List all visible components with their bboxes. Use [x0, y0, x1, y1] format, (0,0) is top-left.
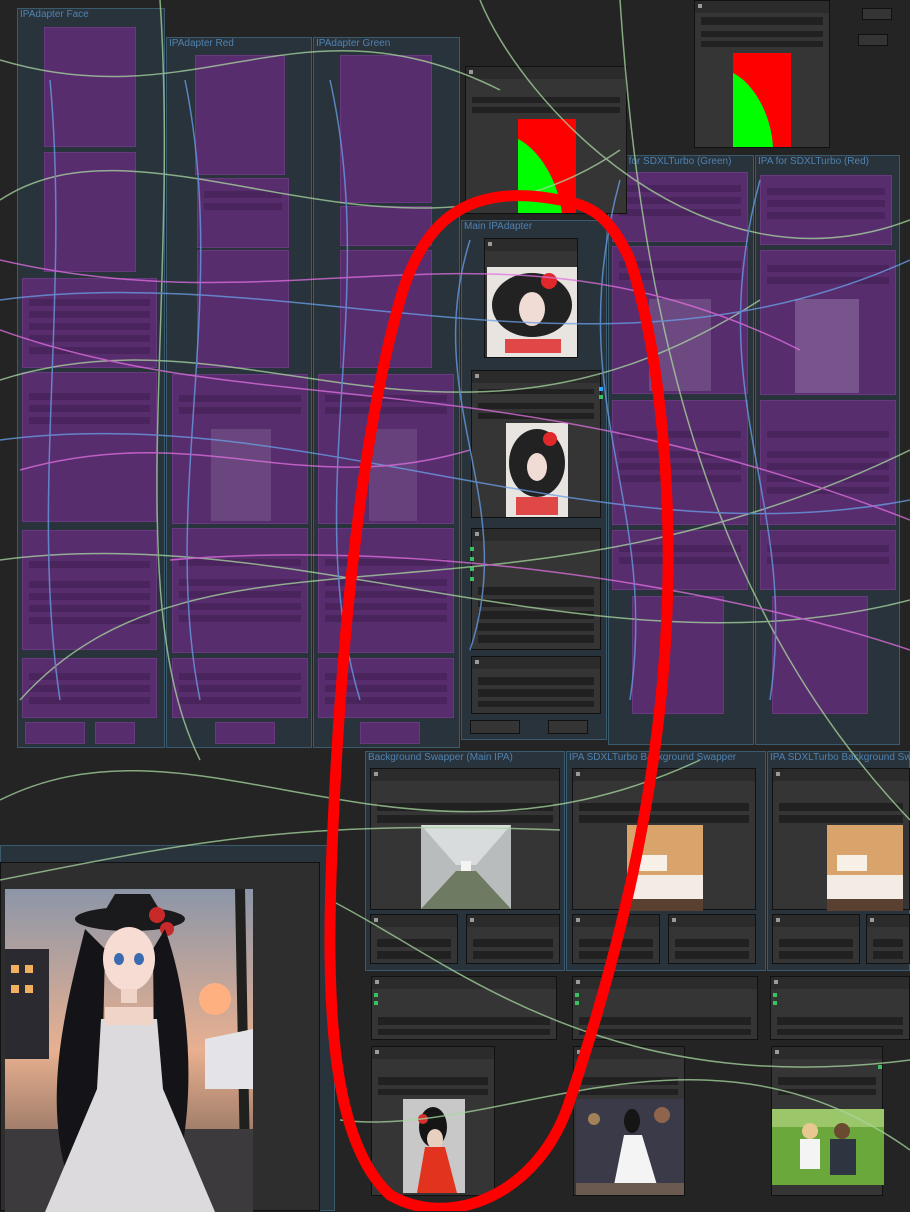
- load-background-node[interactable]: [572, 768, 756, 911]
- small-node[interactable]: [668, 914, 756, 964]
- bathroom-image: [827, 825, 903, 911]
- anime-girl-image: [5, 889, 253, 1212]
- ipadapter-node[interactable]: [470, 528, 601, 650]
- bypassed-node[interactable]: [632, 596, 724, 714]
- bypassed-node[interactable]: [22, 278, 157, 368]
- bypassed-node[interactable]: [760, 400, 896, 525]
- save-image-node[interactable]: [0, 862, 320, 1212]
- preview-image-node[interactable]: [771, 1046, 884, 1196]
- preview-image-node[interactable]: [573, 1046, 685, 1196]
- bypassed-node[interactable]: [612, 172, 748, 242]
- bypassed-image-preview: [795, 299, 859, 393]
- bypassed-node[interactable]: [215, 722, 275, 744]
- bypassed-node[interactable]: [360, 722, 420, 744]
- bypassed-node[interactable]: [22, 372, 157, 522]
- bypassed-node[interactable]: [340, 250, 432, 368]
- small-node[interactable]: [772, 914, 860, 964]
- bypassed-node[interactable]: [172, 374, 308, 524]
- bypassed-node[interactable]: [172, 528, 308, 653]
- ink-portrait-image: [487, 267, 577, 357]
- small-node[interactable]: [866, 914, 910, 964]
- small-node[interactable]: [370, 914, 458, 964]
- woman-white-dress-image: [576, 1099, 684, 1195]
- load-background-node[interactable]: [370, 768, 560, 910]
- load-image-node[interactable]: [484, 238, 578, 358]
- bypassed-node[interactable]: [44, 152, 136, 272]
- small-node[interactable]: [548, 720, 588, 734]
- bypassed-node[interactable]: [172, 658, 308, 718]
- ksampler-node[interactable]: [371, 976, 557, 1040]
- bypassed-image-preview: [369, 429, 417, 521]
- bypassed-node[interactable]: [22, 658, 157, 718]
- bypassed-node[interactable]: [95, 722, 135, 744]
- bypassed-node[interactable]: [612, 530, 748, 590]
- group-title: IPA SDXLTurbo Background Swapper: [770, 752, 910, 763]
- bypassed-node[interactable]: [195, 55, 285, 175]
- mask-preview-image: [518, 119, 576, 213]
- prep-image-node[interactable]: [471, 370, 603, 518]
- bypassed-node[interactable]: [772, 596, 868, 714]
- bypassed-node[interactable]: [760, 250, 896, 395]
- group-title: IPA for SDXLTurbo (Green): [611, 156, 732, 167]
- group-title: IPAdapter Green: [316, 38, 391, 49]
- bypassed-node[interactable]: [340, 206, 432, 246]
- ink-portrait-image: [506, 423, 568, 517]
- bypassed-node[interactable]: [197, 250, 289, 368]
- small-node[interactable]: [466, 914, 560, 964]
- couple-field-image: [772, 1109, 884, 1185]
- mask-preview-image: [733, 53, 791, 147]
- reroute-node[interactable]: [862, 8, 892, 20]
- small-node[interactable]: [470, 720, 520, 734]
- group-title: IPA SDXLTurbo Background Swapper: [569, 752, 737, 763]
- bypassed-node[interactable]: [197, 178, 289, 248]
- workflow-canvas[interactable]: IPAdapter Face IPAdapter Red IPAdapter G…: [0, 0, 910, 1212]
- preview-image-node[interactable]: [371, 1046, 495, 1196]
- bypassed-node[interactable]: [760, 175, 892, 245]
- bypassed-node[interactable]: [318, 658, 454, 718]
- bypassed-image-preview: [649, 299, 711, 391]
- bypassed-node[interactable]: [318, 374, 454, 524]
- bypassed-node[interactable]: [612, 246, 748, 394]
- bypassed-node[interactable]: [22, 530, 157, 650]
- reroute-node[interactable]: [858, 34, 888, 46]
- mask-preview-node[interactable]: [694, 0, 830, 148]
- group-title: Main IPAdapter: [464, 221, 533, 232]
- bypassed-node[interactable]: [318, 528, 454, 653]
- bypassed-image-preview: [211, 429, 271, 521]
- bypassed-node[interactable]: [612, 400, 748, 525]
- bypassed-node[interactable]: [340, 55, 432, 203]
- bypassed-node[interactable]: [44, 27, 136, 147]
- load-background-node[interactable]: [772, 768, 910, 911]
- group-title: IPAdapter Face: [20, 9, 89, 20]
- bathroom-image: [627, 825, 703, 911]
- group-title: IPAdapter Red: [169, 38, 234, 49]
- ipadapter-encoder-node[interactable]: [471, 656, 601, 714]
- group-title: IPA for SDXLTurbo (Red): [758, 156, 869, 167]
- bypassed-node[interactable]: [25, 722, 85, 744]
- ksampler-node[interactable]: [770, 976, 910, 1040]
- corridor-image: [421, 825, 511, 909]
- mask-preview-node[interactable]: [465, 66, 627, 214]
- ksampler-node[interactable]: [572, 976, 758, 1040]
- bypassed-node[interactable]: [760, 530, 896, 590]
- woman-red-dress-image: [403, 1099, 465, 1193]
- group-title: Background Swapper (Main IPA): [368, 752, 513, 763]
- small-node[interactable]: [572, 914, 660, 964]
